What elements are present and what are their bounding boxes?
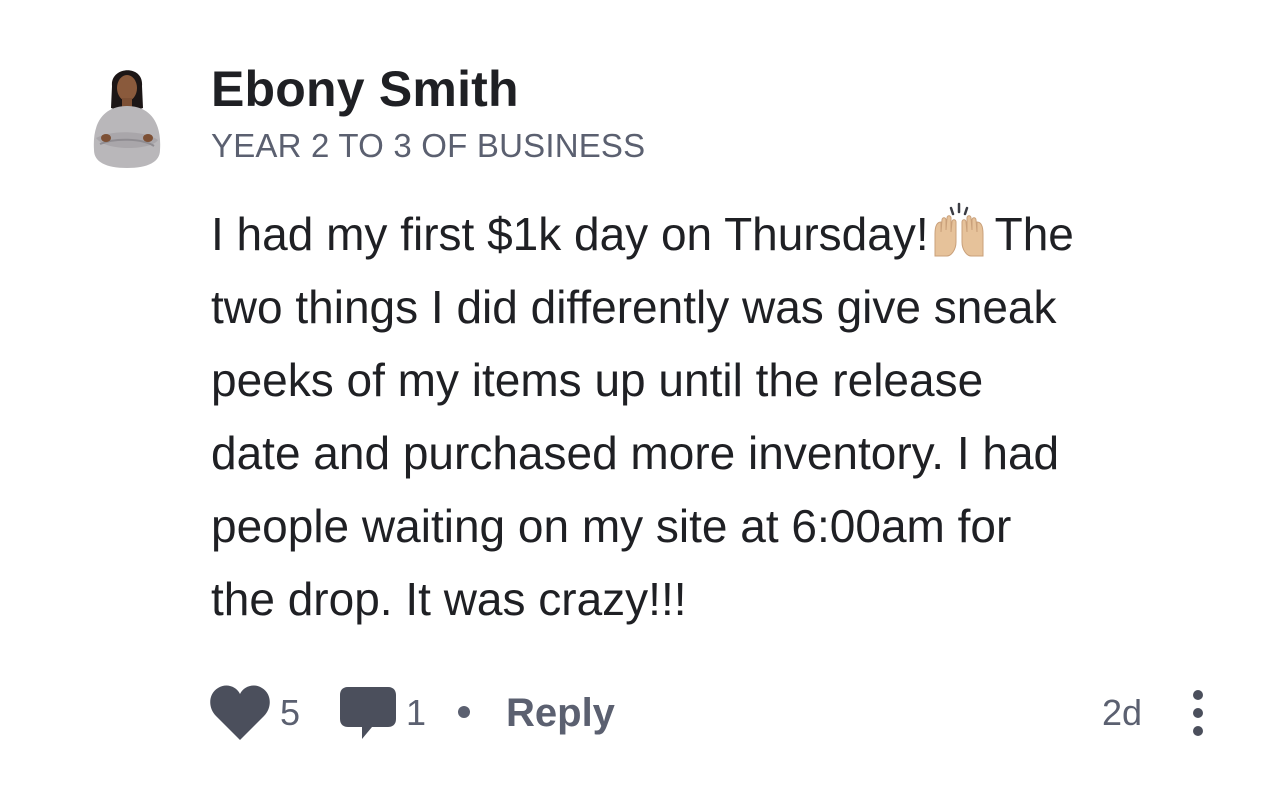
comment-body-line: peeks of my items up until the release <box>211 354 984 406</box>
comments-button[interactable]: 1 <box>338 680 426 746</box>
author-name[interactable]: Ebony Smith <box>211 58 519 120</box>
like-count: 5 <box>280 692 301 733</box>
comment-body-line: people waiting on my site at 6:00am for <box>211 500 1012 552</box>
author-subtitle: YEAR 2 TO 3 OF BUSINESS <box>211 127 646 164</box>
comment-body-text: The <box>994 208 1074 260</box>
heart-icon <box>208 684 272 742</box>
avatar[interactable] <box>88 58 166 168</box>
like-button[interactable]: 5 <box>208 680 300 746</box>
comment-card: Ebony Smith YEAR 2 TO 3 OF BUSINESS I ha… <box>0 0 1284 793</box>
comment-body-line: two things I did differently was give sn… <box>211 281 1057 333</box>
comment-count: 1 <box>406 692 427 733</box>
comment-actions: 5 1 Reply 2d <box>208 680 1228 746</box>
comment-body-line: the drop. It was crazy!!! <box>211 573 687 625</box>
comment-body: I had my first $1k day on Thursday! The … <box>211 198 1241 636</box>
more-vertical-icon[interactable] <box>1186 688 1210 738</box>
avatar-image <box>93 70 161 168</box>
comment-body-line: date and purchased more inventory. I had <box>211 427 1060 479</box>
separator-dot <box>458 706 470 718</box>
raising-hands-icon <box>929 202 989 258</box>
timestamp: 2d <box>1102 692 1143 733</box>
comment-body-line: I had my first $1k day on Thursday! The <box>211 198 1241 271</box>
reply-button[interactable]: Reply <box>506 680 615 746</box>
comment-icon <box>338 683 398 743</box>
comment-body-text: I had my first $1k day on Thursday! <box>211 208 929 260</box>
